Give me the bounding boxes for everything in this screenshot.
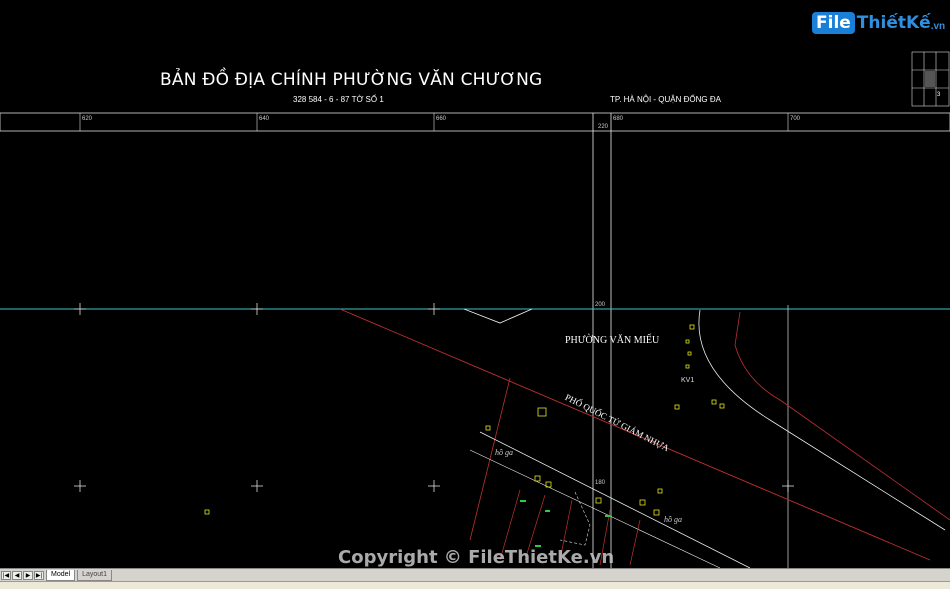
sheet-code: 328 584 - 6 - 87 TỜ SỐ 1 [293, 95, 384, 104]
logo-file: File [812, 12, 855, 34]
sheet-index-number: 3 [937, 92, 941, 98]
layout-tab-bar: |◀ ◀ ▶ ▶| Model Layout1 [0, 568, 950, 581]
ruler-label: 700 [790, 116, 801, 122]
road-edge [734, 344, 950, 521]
next-tab-button[interactable]: ▶ [23, 570, 33, 580]
grid-label: 220 [598, 124, 609, 130]
last-tab-button[interactable]: ▶| [34, 570, 44, 580]
grid-label: 180 [595, 480, 606, 486]
logo-name: ThiếtKế [856, 13, 931, 33]
sheet-index-current [925, 71, 935, 87]
annotation-label: KV1 [681, 377, 695, 384]
ruler-label: 680 [613, 116, 624, 122]
parcel-markers [204, 324, 725, 516]
prev-tab-button[interactable]: ◀ [12, 570, 22, 580]
copyright-watermark: Copyright © FileThietKe.vn [338, 547, 615, 568]
tab-layout1[interactable]: Layout1 [77, 569, 112, 581]
annotation-label: hồ ga [495, 448, 513, 457]
ruler-label: 620 [82, 116, 93, 122]
street-line [698, 309, 946, 531]
annotation-label: hồ ga [664, 515, 682, 524]
road-edge [734, 311, 741, 346]
ruler-label: 660 [436, 116, 447, 122]
filethietke-logo: File ThiếtKế .vn [812, 12, 945, 34]
logo-tld: .vn [930, 21, 946, 32]
grid-crosses [74, 303, 794, 492]
city-district: TP. HÀ NỘI - QUẬN ĐỐNG ĐA [610, 95, 721, 104]
grid-label: 200 [595, 302, 606, 308]
ruler-label: 640 [259, 116, 270, 122]
ward-label: PHƯỜNG VĂN MIẾU [565, 335, 660, 346]
ruler-band [0, 112, 950, 132]
first-tab-button[interactable]: |◀ [1, 570, 11, 580]
map-title: BẢN ĐỒ ĐỊA CHÍNH PHƯỜNG VĂN CHƯƠNG [160, 70, 543, 90]
boundary-line [463, 308, 533, 324]
drawing-canvas[interactable]: BẢN ĐỒ ĐỊA CHÍNH PHƯỜNG VĂN CHƯƠNG 328 5… [0, 0, 950, 568]
survey-points [520, 500, 611, 547]
tab-model[interactable]: Model [46, 569, 76, 581]
parcel-line [469, 377, 511, 541]
